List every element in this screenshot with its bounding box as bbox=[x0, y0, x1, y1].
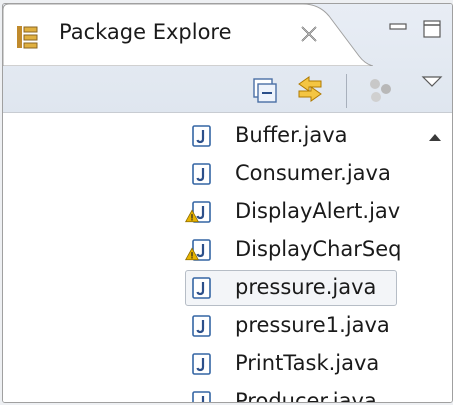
maximize-icon[interactable] bbox=[421, 18, 443, 40]
tree-item-label: DisplayCharSeq bbox=[235, 237, 402, 261]
close-icon[interactable] bbox=[299, 24, 319, 44]
focus-icon[interactable] bbox=[365, 76, 395, 106]
tree-item-label: Consumer.java bbox=[235, 161, 391, 185]
view-menu-icon[interactable] bbox=[417, 68, 447, 98]
warning-icon bbox=[185, 247, 199, 261]
java-file-icon bbox=[192, 163, 211, 185]
tree-item-label: pressure1.java bbox=[235, 313, 390, 337]
tree-item-label: Producer.java bbox=[235, 389, 377, 403]
tree-item-label: DisplayAlert.jav bbox=[235, 199, 401, 223]
package-explorer-view: Package Explore Buffer.java Consumer.jav… bbox=[0, 0, 453, 405]
java-file-icon bbox=[192, 277, 211, 299]
package-tree: Buffer.java Consumer.java DisplayAlert.jav… bbox=[3, 112, 452, 403]
toolbar-separator bbox=[346, 74, 347, 108]
tree-item-label: PrintTask.java bbox=[235, 351, 380, 375]
link-with-editor-icon[interactable] bbox=[295, 74, 325, 104]
view-frame: Package Explore Buffer.java Consumer.jav… bbox=[2, 3, 453, 403]
java-file-icon bbox=[192, 353, 211, 375]
minimize-icon[interactable] bbox=[387, 18, 409, 40]
tree-item-label: Buffer.java bbox=[235, 123, 348, 147]
scroll-up-arrow-icon[interactable] bbox=[427, 131, 443, 143]
java-file-icon bbox=[192, 315, 211, 337]
tab-title: Package Explore bbox=[59, 20, 232, 44]
collapse-all-icon[interactable] bbox=[249, 76, 279, 106]
tree-item-label: pressure.java bbox=[235, 275, 377, 299]
java-file-icon bbox=[192, 391, 211, 402]
java-file-icon bbox=[192, 125, 211, 147]
warning-icon bbox=[185, 209, 199, 223]
package-explorer-icon bbox=[17, 26, 38, 49]
tab-package-explorer[interactable]: Package Explore bbox=[3, 4, 373, 66]
view-header: Package Explore bbox=[3, 4, 452, 112]
